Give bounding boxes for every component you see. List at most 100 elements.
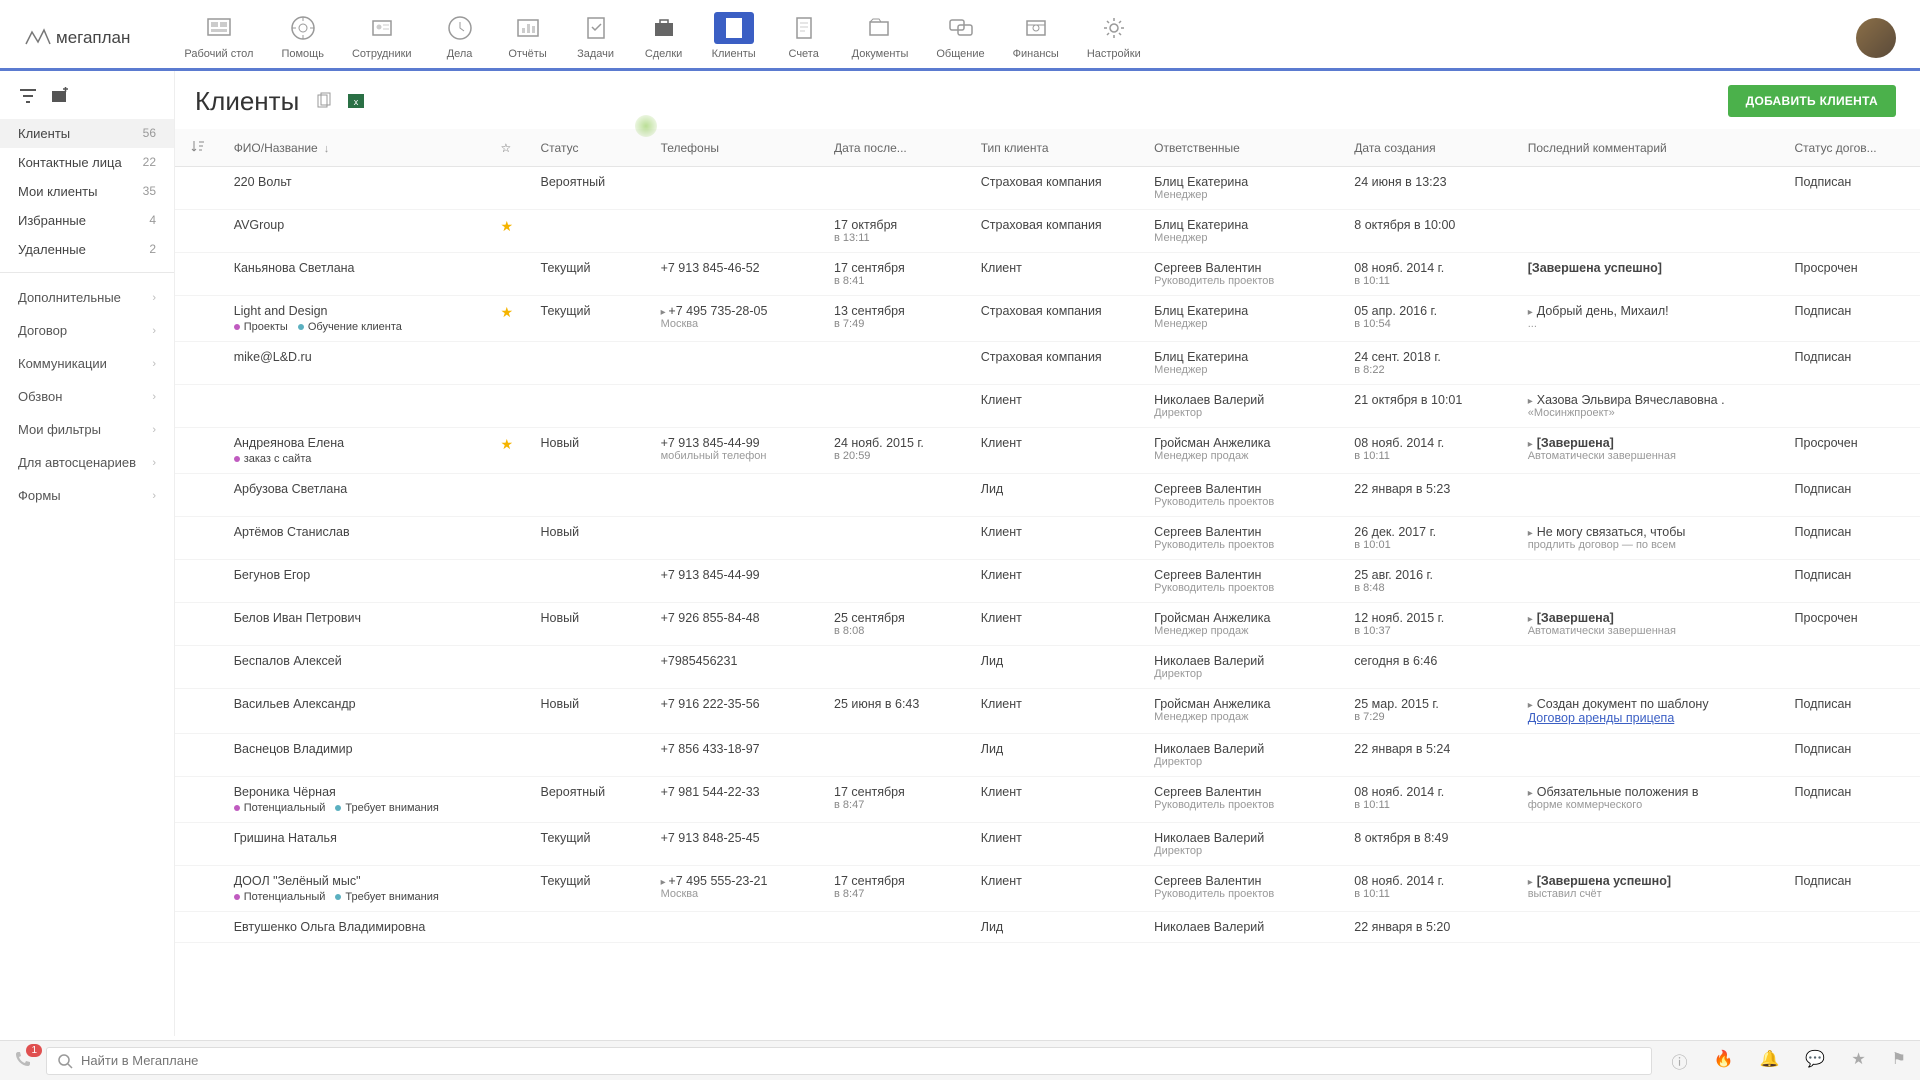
sidebar-folder[interactable]: Избранные4 [0, 206, 174, 235]
star-icon: ★ [501, 436, 514, 452]
top-nav: мегаплан Рабочий столПомощьСотрудникиДел… [0, 0, 1920, 71]
search-icon [57, 1053, 73, 1069]
logo-text: мегаплан [56, 28, 130, 48]
nav-staff[interactable]: Сотрудники [338, 8, 426, 68]
star-icon[interactable]: ★ [1851, 1049, 1865, 1073]
sidebar-filter[interactable]: Формы› [0, 479, 174, 512]
sidebar-filter[interactable]: Для автосценариев› [0, 446, 174, 479]
col-resp[interactable]: Ответственные [1146, 129, 1346, 167]
col-phone[interactable]: Телефоны [653, 129, 826, 167]
sidebar-folder[interactable]: Удаленные2 [0, 235, 174, 264]
filter-icon[interactable] [18, 87, 38, 105]
star-icon: ★ [501, 304, 514, 320]
help-icon [283, 12, 323, 44]
sidebar-filters: Дополнительные›Договор›Коммуникации›Обзв… [0, 281, 174, 512]
nav-docs[interactable]: Документы [838, 8, 923, 68]
invoices-icon [784, 12, 824, 44]
table-row[interactable]: КлиентНиколаев ВалерийДиректор21 октября… [175, 385, 1920, 428]
sidebar-folder[interactable]: Контактные лица22 [0, 148, 174, 177]
table-row[interactable]: mike@L&D.ruСтраховая компанияБлиц Екатер… [175, 342, 1920, 385]
table-row[interactable]: Евтушенко Ольга ВладимировнаЛидНиколаев … [175, 912, 1920, 943]
nav-items: Рабочий столПомощьСотрудникиДелаОтчётыЗа… [170, 8, 1154, 68]
col-last[interactable]: Дата после... [826, 129, 973, 167]
docs-icon [860, 12, 900, 44]
fire-icon[interactable]: 🔥 [1714, 1049, 1734, 1073]
nav-finance[interactable]: Финансы [999, 8, 1073, 68]
sidebar-filter[interactable]: Дополнительные› [0, 281, 174, 314]
col-contract[interactable]: Статус догов... [1787, 129, 1920, 167]
table-row[interactable]: Арбузова СветланаЛидСергеев ВалентинРуко… [175, 474, 1920, 517]
table-row[interactable]: Васильев АлександрНовый+7 916 222-35-562… [175, 689, 1920, 734]
table-row[interactable]: AVGroup★17 октябряв 13:11Страховая компа… [175, 210, 1920, 253]
table-row[interactable]: Артёмов СтаниславНовыйКлиентСергеев Вале… [175, 517, 1920, 560]
logo[interactable]: мегаплан [24, 28, 130, 48]
table-row[interactable]: 220 ВольтВероятныйСтраховая компанияБлиц… [175, 167, 1920, 210]
col-sort[interactable] [175, 129, 226, 167]
sidebar-filter[interactable]: Мои фильтры› [0, 413, 174, 446]
excel-icon[interactable]: x [347, 92, 365, 110]
deals-icon [644, 12, 684, 44]
nav-help[interactable]: Помощь [267, 8, 338, 68]
staff-icon [362, 12, 402, 44]
bottom-bar: 1 ⓘ 🔥 🔔 💬 ★ ⚑ [0, 1040, 1920, 1080]
bell-icon[interactable]: 🔔 [1759, 1049, 1779, 1073]
table-row[interactable]: ДООЛ "Зелёный мыс"ПотенциальныйТребует в… [175, 866, 1920, 912]
nav-deals[interactable]: Сделки [630, 8, 698, 68]
finance-icon [1016, 12, 1056, 44]
clients-icon [714, 12, 754, 44]
add-folder-icon[interactable] [50, 87, 70, 105]
table-row[interactable]: Light and DesignПроектыОбучение клиента★… [175, 296, 1920, 342]
nav-todo[interactable]: Дела [426, 8, 494, 68]
desktop-icon [199, 12, 239, 44]
phone-badge: 1 [26, 1044, 42, 1057]
user-avatar[interactable] [1856, 18, 1896, 58]
table-row[interactable]: Андреянова Еленазаказ с сайта★Новый+7 91… [175, 428, 1920, 474]
feedback-icon[interactable]: ⚑ [1892, 1049, 1906, 1073]
col-status[interactable]: Статус [533, 129, 653, 167]
star-icon: ★ [501, 218, 514, 234]
sidebar-folder[interactable]: Клиенты56 [0, 119, 174, 148]
col-comment[interactable]: Последний комментарий [1520, 129, 1787, 167]
settings-icon [1094, 12, 1134, 44]
col-star[interactable]: ☆ [493, 129, 533, 167]
col-name[interactable]: ФИО/Название↓ [226, 129, 493, 167]
table-row[interactable]: Васнецов Владимир+7 856 433-18-97ЛидНико… [175, 734, 1920, 777]
table-row[interactable]: Гришина НатальяТекущий+7 913 848-25-45Кл… [175, 823, 1920, 866]
sidebar-filter[interactable]: Обзвон› [0, 380, 174, 413]
message-icon[interactable]: 💬 [1805, 1049, 1825, 1073]
table-row[interactable]: Белов Иван ПетровичНовый+7 926 855-84-48… [175, 603, 1920, 646]
sidebar-folder[interactable]: Мои клиенты35 [0, 177, 174, 206]
search-input[interactable] [81, 1053, 1641, 1068]
chat-icon [941, 12, 981, 44]
logo-icon [24, 28, 52, 48]
sidebar-filter[interactable]: Договор› [0, 314, 174, 347]
nav-invoices[interactable]: Счета [770, 8, 838, 68]
copy-icon[interactable] [315, 92, 333, 110]
nav-reports[interactable]: Отчёты [494, 8, 562, 68]
nav-settings[interactable]: Настройки [1073, 8, 1155, 68]
phone-icon[interactable]: 1 [14, 1050, 32, 1071]
sidebar-filter[interactable]: Коммуникации› [0, 347, 174, 380]
table-row[interactable]: Бегунов Егор+7 913 845-44-99КлиентСергее… [175, 560, 1920, 603]
table-row[interactable]: Вероника ЧёрнаяПотенциальныйТребует вним… [175, 777, 1920, 823]
add-client-button[interactable]: ДОБАВИТЬ КЛИЕНТА [1728, 85, 1896, 117]
global-search[interactable] [46, 1047, 1652, 1075]
tasks-icon [576, 12, 616, 44]
col-type[interactable]: Тип клиента [973, 129, 1146, 167]
table-row[interactable]: Беспалов Алексей+7985456231ЛидНиколаев В… [175, 646, 1920, 689]
nav-clients[interactable]: Клиенты [698, 8, 770, 68]
table-row[interactable]: Каньянова СветланаТекущий+7 913 845-46-5… [175, 253, 1920, 296]
reports-icon [508, 12, 548, 44]
sidebar-folders: Клиенты56Контактные лица22Мои клиенты35И… [0, 119, 174, 264]
info-icon[interactable]: ⓘ [1672, 1049, 1688, 1073]
todo-icon [440, 12, 480, 44]
sidebar: Клиенты56Контактные лица22Мои клиенты35И… [0, 71, 175, 1036]
page-header: Клиенты x ДОБАВИТЬ КЛИЕНТА [175, 71, 1920, 129]
col-created[interactable]: Дата создания [1346, 129, 1519, 167]
page-title: Клиенты [195, 86, 299, 117]
svg-text:x: x [354, 97, 359, 107]
nav-tasks[interactable]: Задачи [562, 8, 630, 68]
nav-desktop[interactable]: Рабочий стол [170, 8, 267, 68]
nav-chat[interactable]: Общение [922, 8, 998, 68]
clients-table: ФИО/Название↓ ☆ Статус Телефоны Дата пос… [175, 129, 1920, 943]
